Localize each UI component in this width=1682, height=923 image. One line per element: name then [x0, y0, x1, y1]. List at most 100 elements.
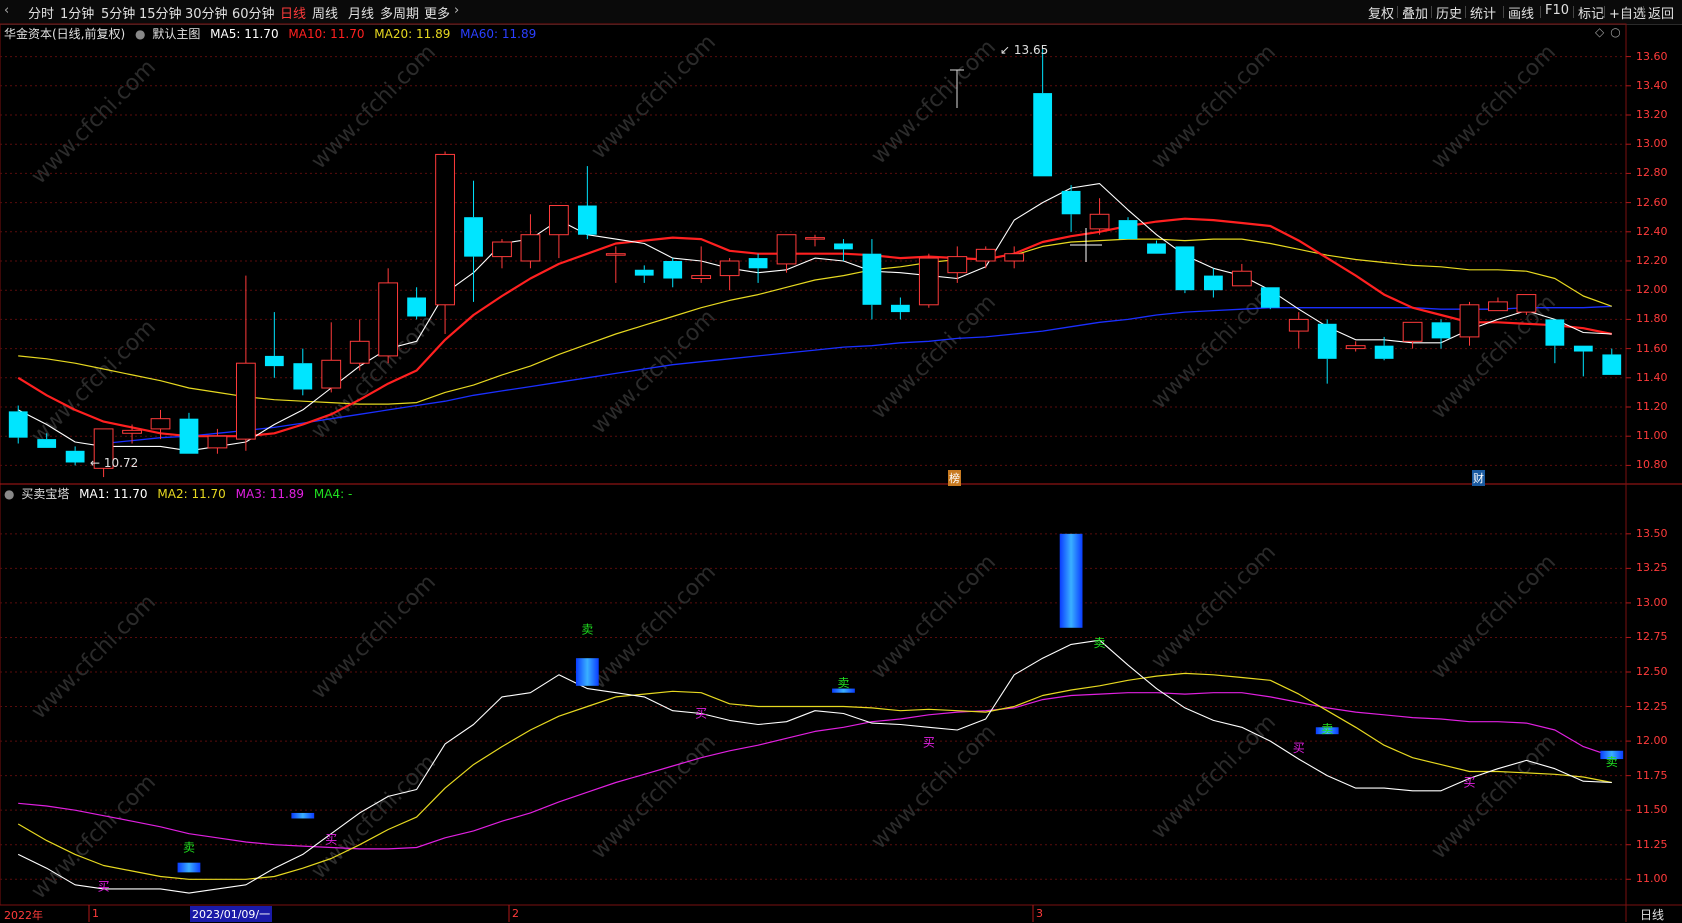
candle-body-up	[975, 248, 996, 262]
high-price-label: ↙ 13.65	[1000, 43, 1049, 57]
candle-body-down	[1602, 354, 1622, 375]
collapse-icon[interactable]: ●	[4, 487, 14, 501]
candle-body-up	[947, 256, 968, 274]
candle-body-down	[834, 243, 853, 250]
candle-body-down	[1573, 345, 1593, 352]
watermark-text: www.cfchi.com	[867, 35, 1001, 169]
buy-signal: 买	[325, 832, 337, 846]
ma10-line	[17, 217, 1613, 438]
settings-icon[interactable]: ●	[135, 27, 145, 41]
main-y-tick: 11.40	[1636, 370, 1668, 384]
finance-badge[interactable]: 财	[1472, 470, 1485, 486]
sub-y-tick: 12.25	[1636, 699, 1668, 713]
candle-body-down	[407, 297, 427, 317]
watermark-text: www.cfchi.com	[587, 560, 721, 694]
chart-canvas[interactable]: www.cfchi.com www.cfchi.com www.cfchi.com w…	[0, 0, 1682, 922]
ma60-value: MA60: 11.89	[460, 27, 537, 41]
stock-title[interactable]: 华金资本(日线,前复权)	[4, 27, 125, 41]
candle-body-down	[264, 355, 284, 367]
watermark-text: www.cfchi.com	[587, 305, 721, 439]
candle-body-down	[1061, 190, 1081, 215]
candle-body-up	[719, 260, 740, 277]
candle-body-up	[605, 253, 626, 256]
candle-body-up	[776, 234, 797, 265]
candle-body-down	[1317, 323, 1337, 359]
candle-body-down	[293, 363, 313, 390]
sub-panel-header: ● 买卖宝塔 MA1: 11.70 MA2: 11.70 MA3: 11.89 …	[4, 485, 358, 502]
sub-y-tick: 11.50	[1636, 803, 1668, 817]
main-y-tick: 13.00	[1636, 137, 1668, 151]
watermark-text: www.cfchi.com	[307, 750, 441, 884]
candle-body-up	[435, 153, 455, 306]
candle-body-up	[378, 282, 399, 357]
candle-body-down	[37, 439, 57, 448]
candle-body-up	[1004, 253, 1025, 262]
diamond-icon[interactable]: ◇	[1595, 25, 1604, 39]
tower-bar	[575, 658, 599, 686]
sub-y-tick: 11.75	[1636, 768, 1668, 782]
candle-body-down	[464, 217, 483, 257]
candle-body-down	[663, 261, 683, 279]
buy-signal: 买	[1293, 741, 1305, 755]
sell-signal: 卖	[1094, 636, 1106, 650]
watermark-text: www.cfchi.com	[867, 550, 1001, 684]
watermark-text: www.cfchi.com	[27, 770, 161, 904]
sub-ma2-line	[17, 672, 1612, 880]
candle-body-down	[1545, 319, 1565, 346]
main-y-tick: 12.80	[1636, 166, 1668, 180]
sell-signal: 卖	[1321, 722, 1333, 736]
month-label-3: 3	[1036, 907, 1043, 920]
watermark-text: www.cfchi.com	[1147, 540, 1281, 674]
candle-body-up	[1488, 301, 1508, 312]
candle-body-up	[321, 359, 342, 389]
main-y-tick: 11.60	[1636, 341, 1668, 355]
month-label-1: 1	[92, 907, 99, 920]
buy-signal: 买	[695, 707, 707, 721]
main-indicator-name[interactable]: 默认主图	[152, 27, 200, 41]
main-y-tick: 12.60	[1636, 195, 1668, 209]
sub-y-tick: 12.50	[1636, 665, 1668, 678]
candle-body-up	[492, 241, 512, 258]
candle-body-down	[1431, 322, 1451, 339]
main-panel-header: 华金资本(日线,前复权) ● 默认主图 MA5: 11.70 MA10: 11.…	[4, 25, 542, 42]
watermark-text: www.cfchi.com	[1147, 40, 1281, 174]
candle-body-down	[65, 450, 85, 463]
main-y-tick: 12.00	[1636, 283, 1668, 297]
ma5-line	[17, 183, 1612, 452]
main-y-tick: 12.20	[1636, 254, 1668, 267]
main-y-tick: 13.20	[1636, 108, 1668, 121]
sub-indicator-name[interactable]: 买卖宝塔	[21, 487, 69, 501]
candle-body-down	[1260, 287, 1280, 308]
watermark-text: www.cfchi.com	[1427, 40, 1561, 174]
candle-body-down	[1175, 246, 1195, 291]
candle-body-up	[1089, 213, 1110, 230]
sell-signal: 卖	[183, 841, 195, 855]
sub-y-tick: 11.25	[1636, 837, 1668, 851]
buy-signal: 买	[1463, 776, 1475, 790]
candle-body-down	[1033, 93, 1053, 177]
ranking-badge[interactable]: 榜	[948, 470, 961, 486]
candle-body-up	[1288, 318, 1309, 332]
candle-body-down	[748, 258, 768, 269]
circle-icon[interactable]: ○	[1610, 25, 1620, 39]
tower-bar	[177, 862, 201, 873]
ma5-value: MA5: 11.70	[210, 27, 279, 41]
buy-signal: 买	[923, 736, 935, 750]
candle-body-up	[918, 257, 939, 306]
candle-body-down	[862, 253, 882, 305]
watermark-text: www.cfchi.com	[1427, 730, 1561, 864]
watermark-text: www.cfchi.com	[1147, 280, 1281, 414]
candle-body-up	[1516, 294, 1537, 313]
candle-body-down	[1118, 220, 1138, 240]
main-y-tick: 11.20	[1636, 400, 1668, 413]
candle-body-down	[1147, 243, 1166, 254]
sub-ma3-line	[18, 692, 1612, 850]
candle-body-down	[179, 418, 199, 454]
sell-signal: 卖	[581, 622, 593, 636]
watermark-text: www.cfchi.com	[587, 730, 721, 864]
main-y-tick: 13.40	[1636, 78, 1668, 92]
sell-signal: 卖	[837, 676, 849, 690]
panel-controls: ◇ ○	[1595, 25, 1627, 39]
sub-y-tick: 12.00	[1636, 734, 1668, 748]
candle-body-up	[1459, 304, 1480, 338]
